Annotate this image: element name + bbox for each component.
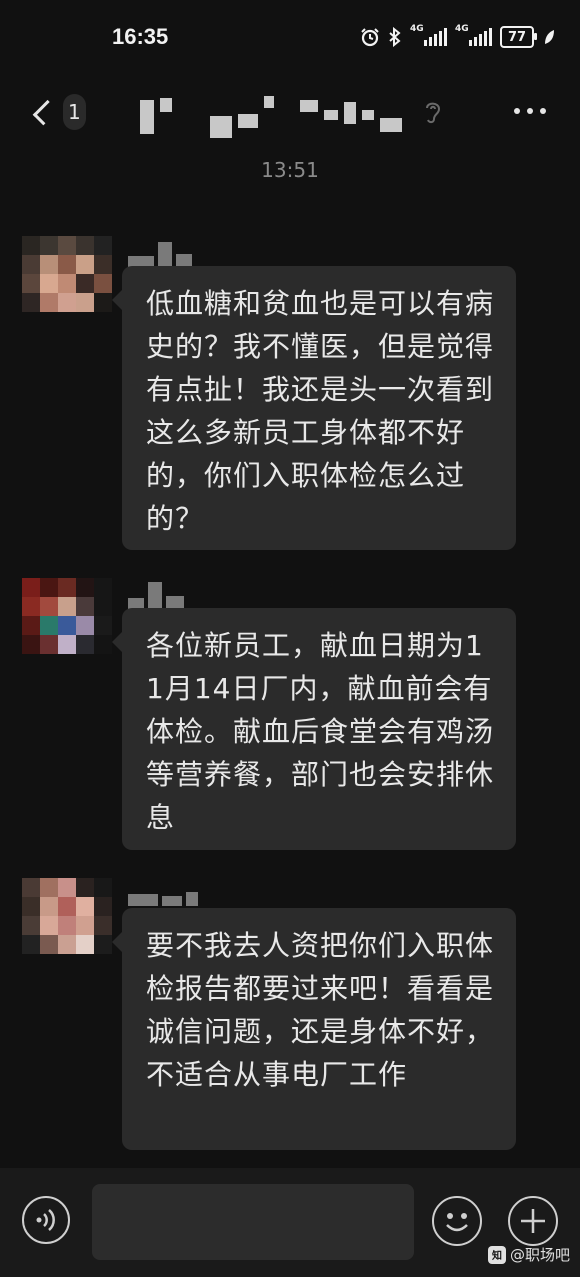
sender-name-censored [128,242,192,268]
status-icons: 4G 4G 77 [360,22,556,52]
avatar[interactable] [22,878,112,954]
avatar[interactable] [22,236,112,312]
leaf-icon [545,30,554,44]
zhihu-logo-icon: 知 [487,1245,506,1264]
message-text: 低血糖和贫血也是可以有病史的？我不懂医，但是觉得有点扯！我还是头一次看到这么多新… [146,287,495,535]
sender-name-censored [128,582,184,610]
plus-icon [521,1209,545,1233]
more-icon [514,108,520,114]
back-chevron-icon [32,99,58,125]
network-type-1: 4G [410,24,424,34]
status-time: 16:35 [112,24,169,49]
signal-icon: 4G [410,24,447,46]
signal-icon: 4G [455,24,492,46]
chat-title-censored [140,96,402,138]
status-bar: 16:35 4G 4G 77 [0,0,580,74]
message-text: 要不我去人资把你们入职体检报告都要过来吧！看看是诚信问题，还是身体不好，不适合从… [146,929,495,1091]
voice-button[interactable] [22,1196,70,1244]
emoji-button[interactable] [432,1196,482,1246]
message-input[interactable] [92,1184,414,1260]
back-button[interactable]: 1 [26,92,86,132]
battery-icon: 77 [500,26,537,48]
message-text: 各位新员工，献血日期为11月14日厂内，献血前会有体检。献血后食堂会有鸡汤等营养… [146,629,495,834]
bluetooth-icon [389,27,401,47]
avatar[interactable] [22,578,112,654]
chat-header: 1 [0,74,580,150]
chat-timestamp: 13:51 [261,158,319,182]
message-bubble[interactable]: 各位新员工，献血日期为11月14日厂内，献血前会有体检。献血后食堂会有鸡汤等营养… [112,608,516,850]
message-bubble[interactable]: 要不我去人资把你们入职体检报告都要过来吧！看看是诚信问题，还是身体不好，不适合从… [112,908,516,1150]
voice-icon [36,1209,55,1231]
network-type-2: 4G [455,24,469,34]
watermark: 知 @职场吧 [487,1244,570,1265]
unread-badge: 1 [62,94,86,130]
alarm-icon [361,28,379,47]
input-bar: 知 @职场吧 [0,1168,580,1277]
message-bubble[interactable]: 低血糖和贫血也是可以有病史的？我不懂医，但是觉得有点扯！我还是头一次看到这么多新… [112,266,516,550]
watermark-text: @职场吧 [509,1246,570,1264]
emoji-icon [446,1213,468,1232]
more-button[interactable] [514,108,546,114]
sender-name-censored [128,888,198,906]
ear-icon [426,102,441,124]
plus-button[interactable] [508,1196,558,1246]
